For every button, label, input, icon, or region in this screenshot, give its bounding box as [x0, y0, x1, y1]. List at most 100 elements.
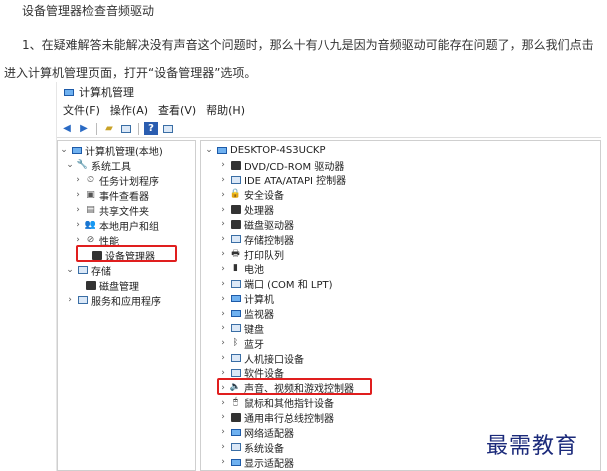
- device-category-label: 鼠标和其他指针设备: [244, 399, 334, 411]
- chevron-right-icon[interactable]: ›: [66, 295, 74, 305]
- chevron-right-icon[interactable]: ›: [219, 249, 227, 259]
- chevron-down-icon[interactable]: ⌄: [66, 160, 74, 170]
- chevron-right-icon[interactable]: ›: [219, 219, 227, 229]
- device-category-label: 键盘: [244, 324, 264, 336]
- watermark-logo: 最需教育: [486, 434, 579, 459]
- chevron-down-icon[interactable]: ⌄: [66, 265, 74, 275]
- menu-view[interactable]: 查看(V): [158, 102, 196, 118]
- storage-controller-icon: [230, 234, 241, 245]
- device-category-13[interactable]: › 人机接口设备: [219, 351, 304, 366]
- device-category-20[interactable]: › 显示适配器: [219, 455, 294, 470]
- chevron-right-icon[interactable]: ›: [74, 190, 82, 200]
- chevron-right-icon[interactable]: ›: [219, 323, 227, 333]
- chevron-right-icon[interactable]: ›: [219, 398, 227, 408]
- battery-icon: ▮: [233, 263, 238, 274]
- chevron-right-icon[interactable]: ›: [219, 294, 227, 304]
- event-viewer-icon: ▣: [86, 189, 95, 200]
- menu-action[interactable]: 操作(A): [110, 102, 148, 118]
- device-category-18[interactable]: › 网络适配器: [219, 425, 294, 440]
- tree-item-10[interactable]: › 服务和应用程序: [66, 293, 161, 308]
- tree-item-label: 系统工具: [91, 161, 131, 173]
- help-icon[interactable]: ?: [144, 122, 158, 135]
- device-category-5[interactable]: › 存储控制器: [219, 232, 294, 247]
- device-tree-root-label: DESKTOP-4S3UCKP: [230, 144, 326, 156]
- device-category-label: 监视器: [244, 310, 274, 321]
- chevron-right-icon[interactable]: ›: [219, 309, 227, 319]
- chevron-right-icon[interactable]: ›: [219, 160, 227, 170]
- computer-management-window: 计算机管理 文件(F) 操作(A) 查看(V) 帮助(H) ◀ ▶ ▰ ? ⌄ 计…: [56, 82, 601, 471]
- tree-item-3[interactable]: › ▣ 事件查看器: [74, 188, 149, 203]
- tree-item-2[interactable]: › ⏲ 任务计划程序: [74, 173, 159, 188]
- toolbar-divider: [96, 122, 97, 135]
- tree-item-label: 任务计划程序: [99, 176, 159, 188]
- chevron-down-icon[interactable]: ⌄: [205, 145, 213, 155]
- article-heading: 设备管理器检查音频驱动: [22, 4, 155, 18]
- port-icon: [230, 278, 241, 289]
- device-category-10[interactable]: › 监视器: [219, 307, 274, 322]
- chevron-right-icon[interactable]: ›: [74, 220, 82, 230]
- chevron-right-icon[interactable]: ›: [219, 442, 227, 452]
- device-category-2[interactable]: › 🔒 安全设备: [219, 188, 284, 203]
- chevron-right-icon[interactable]: ›: [219, 457, 227, 467]
- properties-icon[interactable]: [161, 122, 175, 135]
- device-category-label: 存储控制器: [244, 235, 294, 247]
- task-scheduler-icon: ⏲: [86, 174, 95, 185]
- computer-management-icon: [63, 87, 74, 98]
- device-category-4[interactable]: › 磁盘驱动器: [219, 217, 294, 232]
- device-category-19[interactable]: › 系统设备: [219, 440, 284, 455]
- chevron-right-icon[interactable]: ›: [219, 427, 227, 437]
- tree-item-8[interactable]: ⌄ 存储: [66, 263, 111, 278]
- chevron-right-icon[interactable]: ›: [219, 279, 227, 289]
- device-category-8[interactable]: › 端口 (COM 和 LPT): [219, 277, 332, 292]
- chevron-right-icon[interactable]: ›: [219, 234, 227, 244]
- forward-arrow-icon[interactable]: ▶: [77, 122, 91, 135]
- device-category-label: 处理器: [244, 206, 274, 218]
- device-category-11[interactable]: › 键盘: [219, 321, 264, 336]
- menu-help[interactable]: 帮助(H): [206, 102, 245, 118]
- chevron-right-icon[interactable]: ›: [74, 205, 82, 215]
- shared-folder-icon: ▤: [86, 204, 95, 215]
- display-adapter-icon: [230, 457, 241, 468]
- tree-item-0[interactable]: ⌄ 计算机管理(本地): [60, 143, 163, 158]
- up-folder-icon[interactable]: ▰: [102, 122, 116, 135]
- security-device-icon: 🔒: [229, 189, 242, 200]
- back-arrow-icon[interactable]: ◀: [60, 122, 74, 135]
- chevron-right-icon[interactable]: ›: [219, 353, 227, 363]
- tree-item-label: 本地用户和组: [99, 221, 159, 233]
- chevron-down-icon[interactable]: ⌄: [60, 145, 68, 155]
- menu-file[interactable]: 文件(F): [63, 102, 100, 118]
- device-category-16[interactable]: › 🖰 鼠标和其他指针设备: [219, 396, 334, 411]
- chevron-right-icon[interactable]: ›: [74, 175, 82, 185]
- device-category-0[interactable]: › DVD/CD-ROM 驱动器: [219, 158, 345, 173]
- chevron-right-icon[interactable]: ›: [219, 412, 227, 422]
- hid-icon: [230, 353, 241, 364]
- console-tree-icon[interactable]: [119, 122, 133, 135]
- device-category-7[interactable]: › ▮ 电池: [219, 262, 264, 277]
- device-tree-root[interactable]: ⌄ DESKTOP-4S3UCKP: [205, 143, 326, 157]
- tree-item-5[interactable]: › 👥 本地用户和组: [74, 218, 159, 233]
- disk-drive-icon: [230, 219, 241, 230]
- chevron-right-icon[interactable]: ›: [219, 264, 227, 274]
- tree-item-1[interactable]: ⌄ 🔧 系统工具: [66, 158, 131, 173]
- performance-icon: ⊘: [86, 234, 95, 245]
- tree-item-9[interactable]: 磁盘管理: [74, 278, 139, 293]
- article-paragraph-1: 1、在疑难解答未能解决没有声音这个问题时，那么十有八九是因为音频驱动可能存在问题…: [22, 38, 594, 52]
- device-category-12[interactable]: › ᛒ 蓝牙: [219, 336, 264, 351]
- chevron-right-icon[interactable]: ›: [219, 368, 227, 378]
- chevron-right-icon[interactable]: ›: [219, 338, 227, 348]
- tree-item-label: 事件查看器: [99, 191, 149, 203]
- storage-icon: [77, 265, 88, 276]
- device-category-6[interactable]: › 🖶 打印队列: [219, 247, 284, 262]
- mouse-icon: 🖰: [232, 397, 239, 408]
- title-bar: 计算机管理: [63, 84, 134, 100]
- device-category-9[interactable]: › 计算机: [219, 292, 274, 307]
- device-category-3[interactable]: › 处理器: [219, 203, 274, 218]
- chevron-right-icon[interactable]: ›: [219, 190, 227, 200]
- device-category-label: DVD/CD-ROM 驱动器: [244, 161, 345, 173]
- chevron-right-icon[interactable]: ›: [219, 205, 227, 215]
- device-category-1[interactable]: › IDE ATA/ATAPI 控制器: [219, 173, 346, 188]
- chevron-right-icon[interactable]: ›: [219, 175, 227, 185]
- device-category-17[interactable]: › 通用串行总线控制器: [219, 410, 334, 425]
- chevron-right-icon[interactable]: ›: [74, 235, 82, 245]
- tree-item-4[interactable]: › ▤ 共享文件夹: [74, 203, 149, 218]
